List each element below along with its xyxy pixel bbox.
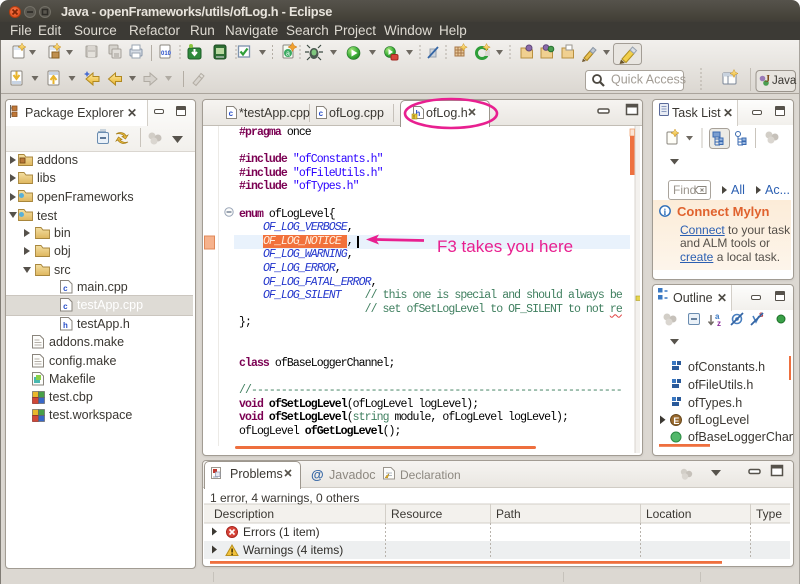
- svg-text:!: !: [413, 115, 416, 121]
- svg-text:c: c: [319, 110, 324, 119]
- svg-text:z: z: [717, 319, 721, 328]
- svg-text:c: c: [229, 110, 234, 119]
- svg-text:Java: Java: [772, 75, 797, 87]
- svg-text:c: c: [63, 303, 68, 312]
- svg-text:@: @: [311, 467, 324, 482]
- svg-text:010: 010: [161, 51, 172, 57]
- svg-text:c: c: [63, 285, 68, 294]
- svg-text:a: a: [286, 51, 290, 58]
- svg-text:E: E: [673, 416, 679, 426]
- svg-text:J: J: [765, 74, 770, 85]
- svg-text:h: h: [63, 322, 68, 331]
- svg-text:Quick Access: Quick Access: [611, 73, 686, 87]
